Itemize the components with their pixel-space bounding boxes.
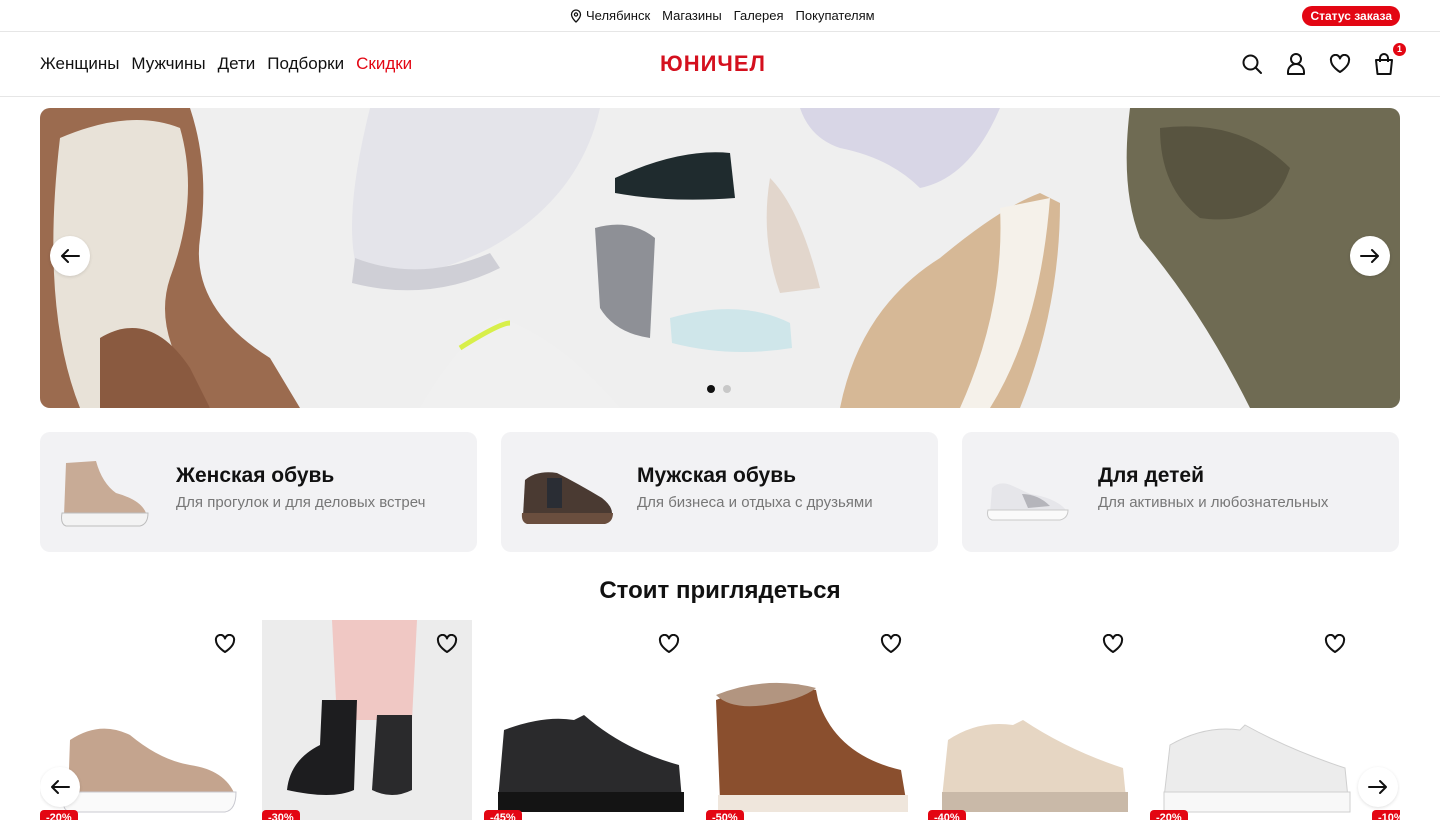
favorite-toggle[interactable] (1324, 633, 1346, 659)
link-customers[interactable]: Покупателям (796, 8, 875, 23)
heart-icon (1324, 633, 1346, 653)
category-men-title: Мужская обувь (637, 464, 797, 487)
category-women-title: Женская обувь (176, 464, 335, 487)
women-boot-image (61, 461, 149, 527)
discount-badge: -30% (262, 810, 300, 820)
product-carousel: -20% -30% -45% -50% -40% -20% -10 (40, 620, 1400, 820)
hero-banner[interactable] (40, 108, 1400, 408)
link-stores[interactable]: Магазины (662, 8, 722, 23)
hero-prev-button[interactable] (50, 236, 90, 276)
favorites-button[interactable] (1328, 51, 1352, 77)
discount-badge: -50% (706, 810, 744, 820)
product-card[interactable]: -20% (1150, 620, 1360, 820)
product-card[interactable]: -50% (706, 620, 916, 820)
heart-icon (436, 633, 458, 653)
discount-badge: -45% (484, 810, 522, 820)
category-women-subtitle: Для прогулок и для деловых встреч (176, 494, 426, 511)
top-links: Челябинск Магазины Галерея Покупателям (570, 8, 875, 23)
favorite-toggle[interactable] (214, 633, 236, 659)
hero-pagination (707, 385, 731, 393)
product-card[interactable]: -30% (262, 620, 472, 820)
main-nav: Женщины Мужчины Дети Подборки Скидки (40, 54, 412, 74)
heart-icon (880, 633, 902, 653)
order-status-button[interactable]: Статус заказа (1302, 6, 1400, 26)
category-cards: Женская обувь Для прогулок и для деловых… (40, 432, 1399, 552)
heart-icon (214, 633, 236, 653)
category-men-subtitle: Для бизнеса и отдыха с друзьями (637, 494, 873, 511)
arrow-right-icon (1360, 249, 1379, 263)
category-women[interactable]: Женская обувь Для прогулок и для деловых… (40, 432, 477, 552)
discount-badge: -20% (40, 810, 78, 820)
nav-men[interactable]: Мужчины (131, 54, 205, 74)
arrow-left-icon (61, 249, 80, 263)
men-shoe-image (521, 472, 613, 524)
shopping-bag-icon (1375, 53, 1393, 75)
kids-shoe-image (987, 483, 1069, 521)
heart-icon (1329, 54, 1351, 73)
nav-sale[interactable]: Скидки (356, 54, 412, 74)
arrow-left-icon (51, 780, 70, 794)
city-selector[interactable]: Челябинск (570, 8, 650, 23)
product-card[interactable]: -45% (484, 620, 694, 820)
category-men[interactable]: Мужская обувь Для бизнеса и отдыха с дру… (501, 432, 938, 552)
user-icon (1287, 53, 1305, 75)
discount-badge: -20% (1150, 810, 1188, 820)
nav-kids[interactable]: Дети (218, 54, 256, 74)
heart-icon (1102, 633, 1124, 653)
main-header: Женщины Мужчины Дети Подборки Скидки ЮНИ… (0, 32, 1440, 97)
header-icons: 1 (1240, 43, 1406, 77)
category-kids-title: Для детей (1098, 464, 1204, 487)
account-button[interactable] (1284, 51, 1308, 77)
favorite-toggle[interactable] (436, 633, 458, 659)
hero-dot-2[interactable] (723, 385, 731, 393)
favorite-toggle[interactable] (658, 633, 680, 659)
arrow-right-icon (1368, 780, 1387, 794)
favorite-toggle[interactable] (1102, 633, 1124, 659)
link-gallery[interactable]: Галерея (734, 8, 784, 23)
products-prev-button[interactable] (40, 767, 80, 807)
product-card[interactable]: -40% (928, 620, 1138, 820)
category-kids[interactable]: Для детей Для активных и любознательных (962, 432, 1399, 552)
discount-badge: -10% (1372, 810, 1400, 820)
products-next-button[interactable] (1358, 767, 1398, 807)
nav-women[interactable]: Женщины (40, 54, 119, 74)
city-label: Челябинск (586, 8, 651, 23)
discount-badge: -40% (928, 810, 966, 820)
hero-dot-1[interactable] (707, 385, 715, 393)
nav-collections[interactable]: Подборки (267, 54, 344, 74)
heart-icon (658, 633, 680, 653)
category-kids-subtitle: Для активных и любознательных (1098, 494, 1329, 511)
section-title: Стоит приглядеться (599, 577, 841, 604)
search-button[interactable] (1240, 51, 1264, 77)
cart-count-badge: 1 (1393, 43, 1406, 56)
hero-next-button[interactable] (1350, 236, 1390, 276)
location-pin-icon (570, 8, 582, 23)
top-bar: Челябинск Магазины Галерея Покупателям С… (0, 0, 1440, 32)
cart-button[interactable]: 1 (1372, 43, 1406, 77)
hero-shoes-image (40, 108, 1400, 408)
logo[interactable]: ЮНИЧЕЛ (660, 51, 766, 77)
search-icon (1242, 54, 1262, 74)
favorite-toggle[interactable] (880, 633, 902, 659)
